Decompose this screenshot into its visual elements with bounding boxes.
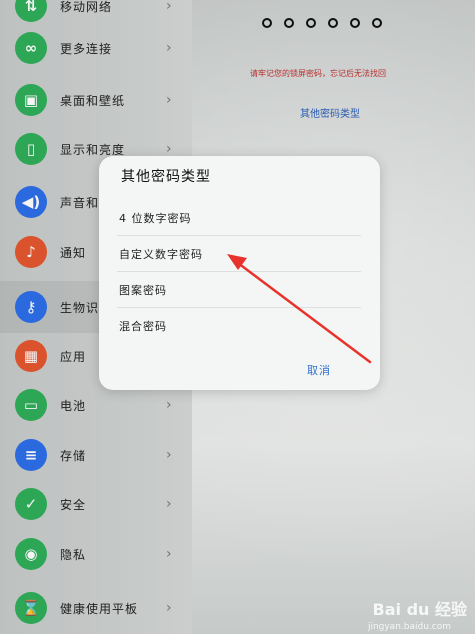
baidu-watermark-url: jingyan.baidu.com [367,622,451,632]
option-label: 4 位数字密码 [119,212,192,225]
option-custom-digit-pin[interactable]: 自定义数字密码 [117,236,361,272]
password-type-dialog: 其他密码类型 4 位数字密码 自定义数字密码 图案密码 混合密码 取消 [99,156,380,390]
option-mixed-password[interactable]: 混合密码 [117,308,361,344]
option-label: 图案密码 [119,284,167,297]
dialog-title: 其他密码类型 [121,169,211,185]
option-label: 混合密码 [119,320,167,333]
option-4-digit-pin[interactable]: 4 位数字密码 [117,200,361,236]
option-label: 自定义数字密码 [119,248,203,261]
baidu-watermark: Bai du 经验 [372,600,467,619]
option-pattern[interactable]: 图案密码 [117,272,361,308]
cancel-button[interactable]: 取消 [289,362,349,382]
